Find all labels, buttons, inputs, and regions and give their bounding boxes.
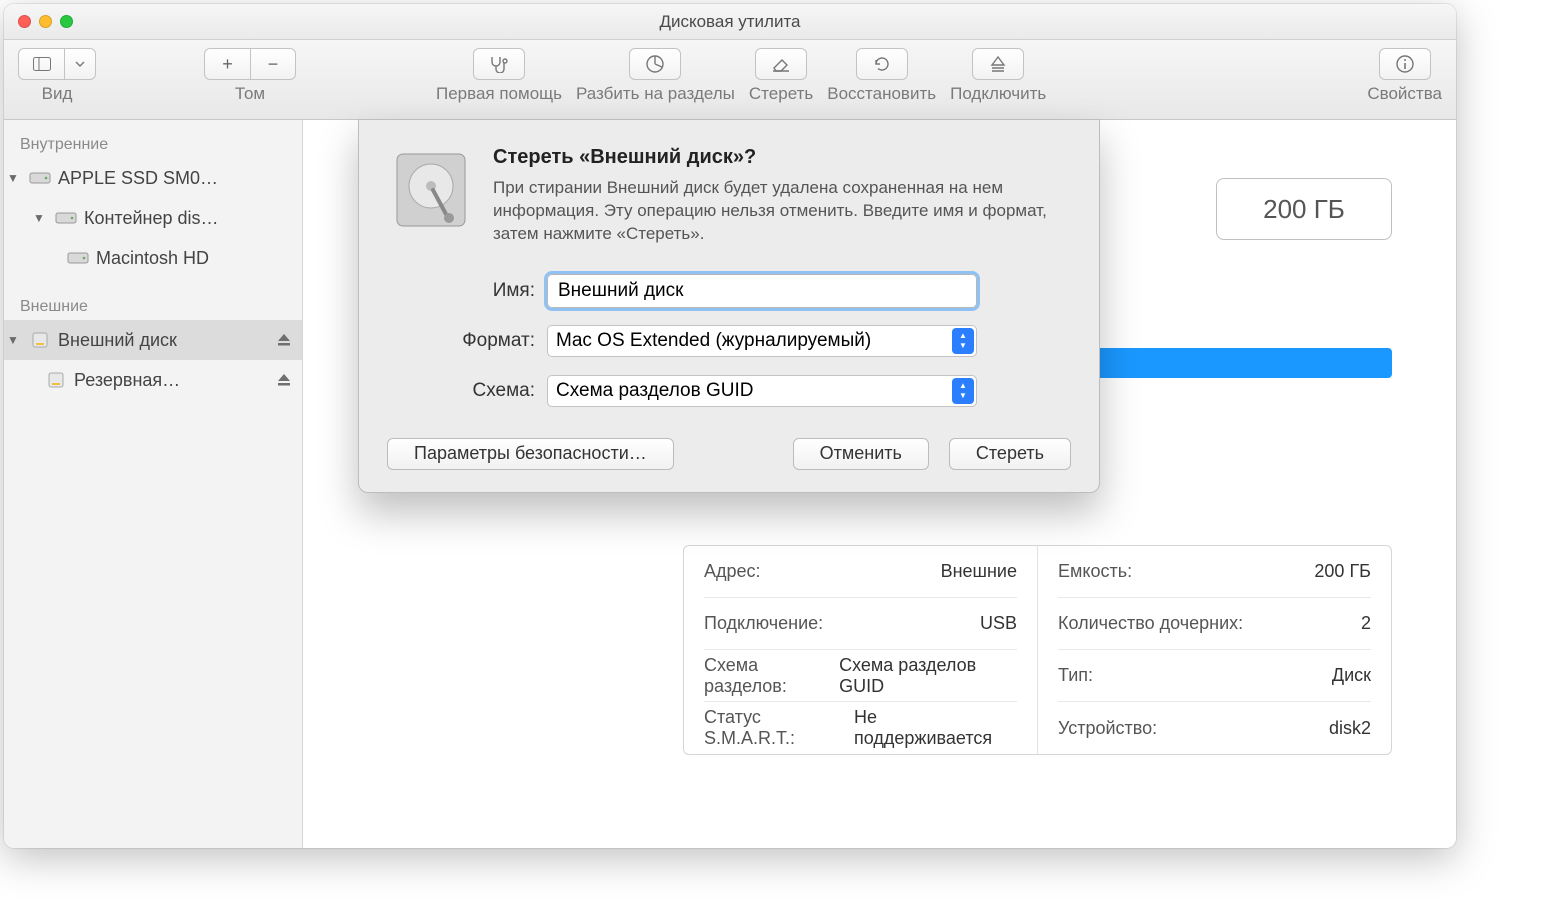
info-value: Внешние: [941, 561, 1017, 582]
info-key: Устройство:: [1058, 718, 1157, 739]
info-row: Тип: Диск: [1058, 650, 1371, 702]
toolbar: Вид + − Том Первая помощь Разбить на раз…: [4, 40, 1456, 120]
info-key: Схема разделов:: [704, 655, 839, 697]
pie-icon: [645, 54, 665, 74]
hdd-icon: [54, 206, 78, 230]
info-button[interactable]: [1379, 48, 1431, 80]
mount-button[interactable]: [972, 48, 1024, 80]
sidebar: Внутренние ▼ APPLE SSD SM0… ▼ Контейнер …: [4, 120, 303, 848]
sidebar-item-backup-volume[interactable]: Резервная…: [4, 360, 302, 400]
toolbar-partition-label: Разбить на разделы: [576, 84, 735, 104]
sidebar-item-internal-disk[interactable]: ▼ APPLE SSD SM0…: [4, 158, 302, 198]
size-badge: 200 ГБ: [1216, 178, 1392, 240]
stethoscope-icon: [488, 55, 510, 73]
info-row: Адрес: Внешние: [704, 546, 1017, 598]
info-key: Адрес:: [704, 561, 761, 582]
format-select-value: Mac OS Extended (журналируемый): [556, 330, 871, 352]
info-row: Устройство: disk2: [1058, 702, 1371, 754]
sidebar-icon: [33, 57, 51, 71]
info-row: Подключение: USB: [704, 598, 1017, 650]
scheme-select[interactable]: Схема разделов GUID ▲▼: [547, 375, 977, 407]
format-label: Формат:: [387, 330, 547, 352]
disclosure-triangle-icon[interactable]: ▼: [4, 333, 22, 347]
toolbar-view-label: Вид: [42, 84, 73, 104]
window-title: Дисковая утилита: [4, 12, 1456, 32]
info-value: disk2: [1329, 718, 1371, 739]
info-value: Не поддерживается: [854, 707, 1017, 749]
cancel-button[interactable]: Отменить: [793, 438, 929, 470]
hdd-icon: [66, 246, 90, 270]
sidebar-item-label: Macintosh HD: [96, 248, 292, 269]
sidebar-item-label: Резервная…: [74, 370, 270, 391]
volume-add-button[interactable]: +: [204, 48, 250, 80]
minus-icon: −: [268, 54, 279, 75]
info-value: 2: [1361, 613, 1371, 634]
view-sidebar-button[interactable]: [18, 48, 64, 80]
name-label: Имя:: [387, 280, 547, 302]
titlebar: Дисковая утилита: [4, 4, 1456, 40]
security-options-button[interactable]: Параметры безопасности…: [387, 438, 674, 470]
sidebar-item-label: APPLE SSD SM0…: [58, 168, 292, 189]
info-value: Диск: [1332, 665, 1371, 686]
info-key: Емкость:: [1058, 561, 1132, 582]
sidebar-item-macintosh-hd[interactable]: Macintosh HD: [4, 238, 302, 278]
info-row: Количество дочерних: 2: [1058, 598, 1371, 650]
sidebar-item-label: Контейнер dis…: [84, 208, 292, 229]
restore-icon: [872, 54, 892, 74]
scheme-label: Схема:: [387, 380, 547, 402]
sidebar-item-container[interactable]: ▼ Контейнер dis…: [4, 198, 302, 238]
toolbar-volume-label: Том: [235, 84, 265, 104]
app-window: Дисковая утилита Вид + − Том: [4, 4, 1456, 848]
sidebar-item-label: Внешний диск: [58, 330, 270, 351]
info-key: Подключение:: [704, 613, 823, 634]
info-key: Тип:: [1058, 665, 1093, 686]
sidebar-item-external-disk[interactable]: ▼ Внешний диск: [4, 320, 302, 360]
toolbar-mount-label: Подключить: [950, 84, 1046, 104]
select-stepper-icon: ▲▼: [952, 378, 974, 404]
info-value: 200 ГБ: [1314, 561, 1371, 582]
sidebar-internal-header: Внутренние: [4, 130, 302, 158]
select-stepper-icon: ▲▼: [952, 328, 974, 354]
view-dropdown-button[interactable]: [64, 48, 96, 80]
info-row: Статус S.M.A.R.T.:Не поддерживается: [704, 702, 1017, 754]
erase-button[interactable]: [755, 48, 807, 80]
format-select[interactable]: Mac OS Extended (журналируемый) ▲▼: [547, 325, 977, 357]
info-value: Схема разделов GUID: [839, 655, 1017, 697]
info-row: Схема разделов:Схема разделов GUID: [704, 650, 1017, 702]
toolbar-firstaid-label: Первая помощь: [436, 84, 562, 104]
sheet-title: Стереть «Внешний диск»?: [493, 146, 1071, 169]
info-row: Емкость: 200 ГБ: [1058, 546, 1371, 598]
info-key: Статус S.M.A.R.T.:: [704, 707, 854, 749]
sidebar-external-header: Внешние: [4, 292, 302, 320]
eject-icon[interactable]: [276, 372, 292, 388]
name-input[interactable]: [547, 274, 977, 308]
mount-icon: [989, 55, 1007, 73]
volume-remove-button[interactable]: −: [250, 48, 296, 80]
partition-button[interactable]: [629, 48, 681, 80]
erase-sheet: Стереть «Внешний диск»? При стирании Вне…: [358, 119, 1100, 493]
plus-icon: +: [222, 54, 233, 75]
scheme-select-value: Схема разделов GUID: [556, 380, 753, 402]
restore-button[interactable]: [856, 48, 908, 80]
info-value: USB: [980, 613, 1017, 634]
toolbar-erase-label: Стереть: [749, 84, 813, 104]
info-table: Адрес: Внешние Подключение: USB Схема раздел…: [683, 545, 1392, 755]
sheet-body: При стирании Внешний диск будет удалена …: [493, 177, 1071, 246]
erase-icon: [771, 55, 791, 73]
info-key: Количество дочерних:: [1058, 613, 1243, 634]
hdd-large-icon: [387, 146, 475, 234]
external-disk-icon: [44, 368, 68, 392]
disclosure-triangle-icon[interactable]: ▼: [30, 211, 48, 225]
external-disk-icon: [28, 328, 52, 352]
toolbar-info-label: Свойства: [1367, 84, 1442, 104]
info-icon: [1395, 54, 1415, 74]
hdd-icon: [28, 166, 52, 190]
chevron-down-icon: [75, 61, 85, 67]
eject-icon[interactable]: [276, 332, 292, 348]
toolbar-restore-label: Восстановить: [827, 84, 936, 104]
disclosure-triangle-icon[interactable]: ▼: [4, 171, 22, 185]
first-aid-button[interactable]: [473, 48, 525, 80]
erase-confirm-button[interactable]: Стереть: [949, 438, 1071, 470]
